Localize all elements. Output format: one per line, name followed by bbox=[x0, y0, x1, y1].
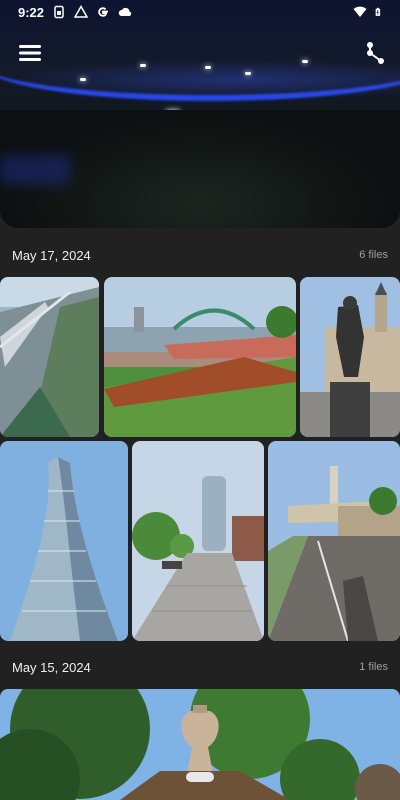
cloud-icon bbox=[118, 7, 132, 16]
share-icon bbox=[367, 42, 384, 64]
photo-thumbnail[interactable] bbox=[104, 277, 296, 437]
photo-thumbnail[interactable] bbox=[268, 441, 400, 641]
section-file-count: 1 files bbox=[359, 661, 388, 673]
menu-icon bbox=[19, 45, 41, 61]
photo-thumbnail[interactable] bbox=[0, 689, 400, 800]
featured-photo[interactable] bbox=[0, 0, 400, 228]
photo-thumbnail[interactable] bbox=[0, 441, 128, 641]
status-bar: 9:22 bbox=[0, 0, 400, 24]
battery-icon bbox=[375, 7, 381, 16]
status-time: 9:22 bbox=[18, 4, 45, 20]
photo-thumbnail[interactable] bbox=[0, 277, 99, 437]
sim-icon bbox=[54, 5, 64, 19]
share-button[interactable] bbox=[360, 38, 390, 68]
photo-thumbnail[interactable] bbox=[300, 277, 400, 437]
section-header: May 17, 2024 6 files bbox=[12, 244, 388, 266]
scroll-handle[interactable] bbox=[186, 772, 214, 782]
menu-button[interactable] bbox=[15, 38, 45, 68]
section-header: May 15, 2024 1 files bbox=[12, 656, 388, 678]
wifi-icon bbox=[353, 6, 367, 17]
drive-icon bbox=[74, 5, 89, 18]
section-date: May 15, 2024 bbox=[12, 659, 91, 675]
google-icon bbox=[98, 7, 109, 17]
section-file-count: 6 files bbox=[359, 249, 388, 261]
photo-thumbnail[interactable] bbox=[132, 441, 264, 641]
section-date: May 17, 2024 bbox=[12, 247, 91, 263]
